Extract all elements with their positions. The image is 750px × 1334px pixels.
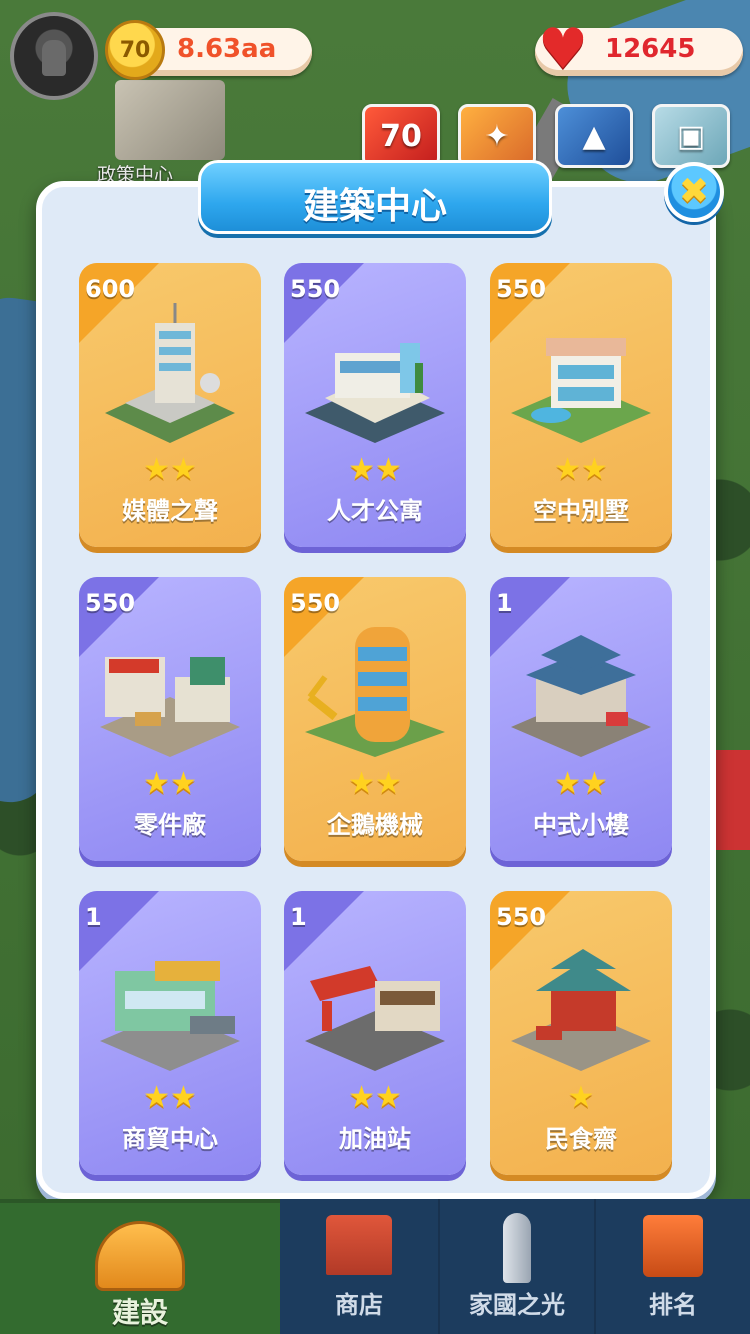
star-icon: ★ [581,452,608,487]
building-cost: 600 [85,275,136,303]
rocket-icon [503,1213,531,1283]
handshake-icon[interactable]: ✦ [458,104,536,168]
tv-station-building-icon [105,303,235,443]
nav-national-glory[interactable]: 家國之光 [440,1199,594,1334]
building-cost: 550 [496,903,547,931]
trade-center-building-icon [100,961,240,1071]
nav-label: 家國之光 [469,1291,565,1319]
nav-shop[interactable]: 商店 [280,1199,438,1334]
hearts-counter[interactable]: ♥ 12645 [535,20,743,80]
chinese-house-building-icon [511,635,651,757]
shop-icon [326,1215,392,1275]
coins-value: 8.63aa [177,34,277,64]
building-card[interactable]: 550 ★ 民食齋 [490,891,672,1175]
hard-hat-icon [95,1221,185,1291]
star-rating: ★★ [284,769,466,799]
building-name: 加油站 [339,1125,411,1153]
star-icon: ★ [348,1080,375,1115]
star-rating: ★★ [79,1083,261,1113]
star-rating: ★★ [79,455,261,485]
building-cost: 550 [290,275,341,303]
rocket-glyph: ▲ [582,118,606,154]
building-card[interactable]: 600 ★★ 媒體之聲 [79,263,261,547]
close-icon: ✖ [678,171,710,212]
star-icon: ★ [170,452,197,487]
penguin-machinery-building-icon [305,627,445,757]
building-name: 媒體之聲 [122,497,218,525]
rocket-event-icon[interactable]: ▲ [555,104,633,168]
anniversary-70-label: 70 [380,118,422,154]
building-name: 商貿中心 [122,1125,218,1153]
star-icon: ★ [375,766,402,801]
lab-icon[interactable]: ▣ [652,104,730,168]
building-name: 零件廠 [134,811,206,839]
coins-counter[interactable]: 70 8.63aa [105,20,312,80]
building-card[interactable]: 550 ★★ 零件廠 [79,577,261,861]
anniversary-70-icon[interactable]: 70 [362,104,440,168]
close-button[interactable]: ✖ [664,162,724,222]
building-name: 人才公寓 [327,497,423,525]
dialog-title: 建築中心 [302,186,447,227]
policy-center-building[interactable] [115,80,225,160]
building-name: 空中別墅 [533,497,629,525]
star-icon: ★ [143,766,170,801]
building-card[interactable]: 1 ★★ 商貿中心 [79,891,261,1175]
ranking-icon [643,1215,703,1277]
hearts-value: 12645 [605,34,696,64]
star-icon: ★ [554,452,581,487]
star-rating: ★★ [490,455,672,485]
map-building [710,750,750,850]
building-cost: 550 [290,589,341,617]
star-icon: ★ [375,452,402,487]
gas-station-building-icon [305,966,445,1071]
building-cost: 550 [85,589,136,617]
player-avatar[interactable] [10,12,98,100]
talent-apartment-building-icon [305,343,445,443]
star-icon: ★ [375,1080,402,1115]
nav-ranking[interactable]: 排名 [596,1199,750,1334]
star-icon: ★ [143,1080,170,1115]
coin-icon: 70 [105,20,165,80]
heart-icon: ♥ [537,17,589,82]
star-rating: ★★ [284,1083,466,1113]
building-cost: 1 [290,903,307,931]
star-icon: ★ [170,766,197,801]
building-name: 企鵝機械 [327,811,423,839]
star-icon: ★ [170,1080,197,1115]
star-icon: ★ [554,766,581,801]
star-rating: ★★ [284,455,466,485]
nav-label: 商店 [335,1291,383,1319]
star-icon: ★ [567,1080,595,1115]
building-card[interactable]: 550 ★★ 人才公寓 [284,263,466,547]
building-card[interactable]: 1 ★★ 加油站 [284,891,466,1175]
nav-build[interactable]: 建設 [0,1199,280,1334]
nav-label: 建設 [111,1296,168,1329]
dialog-title-banner: 建築中心 [198,160,552,234]
star-icon: ★ [581,766,608,801]
building-card[interactable]: 550 ★★ 企鵝機械 [284,577,466,861]
building-card[interactable]: 550 ★★ 空中別墅 [490,263,672,547]
building-card[interactable]: 1 ★★ 中式小樓 [490,577,672,861]
building-name: 中式小樓 [533,811,629,839]
sky-villa-building-icon [511,338,651,443]
building-cost: 1 [85,903,102,931]
star-icon: ★ [143,452,170,487]
building-name: 民食齋 [545,1125,617,1153]
star-rating: ★ [490,1083,672,1113]
star-rating: ★★ [490,769,672,799]
lab-glyph: ▣ [676,118,706,154]
building-cost: 1 [496,589,513,617]
star-icon: ★ [348,766,375,801]
star-icon: ★ [348,452,375,487]
star-rating: ★★ [79,769,261,799]
nav-label: 排名 [649,1291,697,1319]
bottom-nav: 建設 商店 家國之光 排名 [0,1199,750,1334]
parts-factory-building-icon [100,657,240,757]
avatar-figure [42,40,66,76]
handshake-glyph: ✦ [484,118,510,154]
building-cost: 550 [496,275,547,303]
restaurant-pavilion-building-icon [511,949,651,1071]
